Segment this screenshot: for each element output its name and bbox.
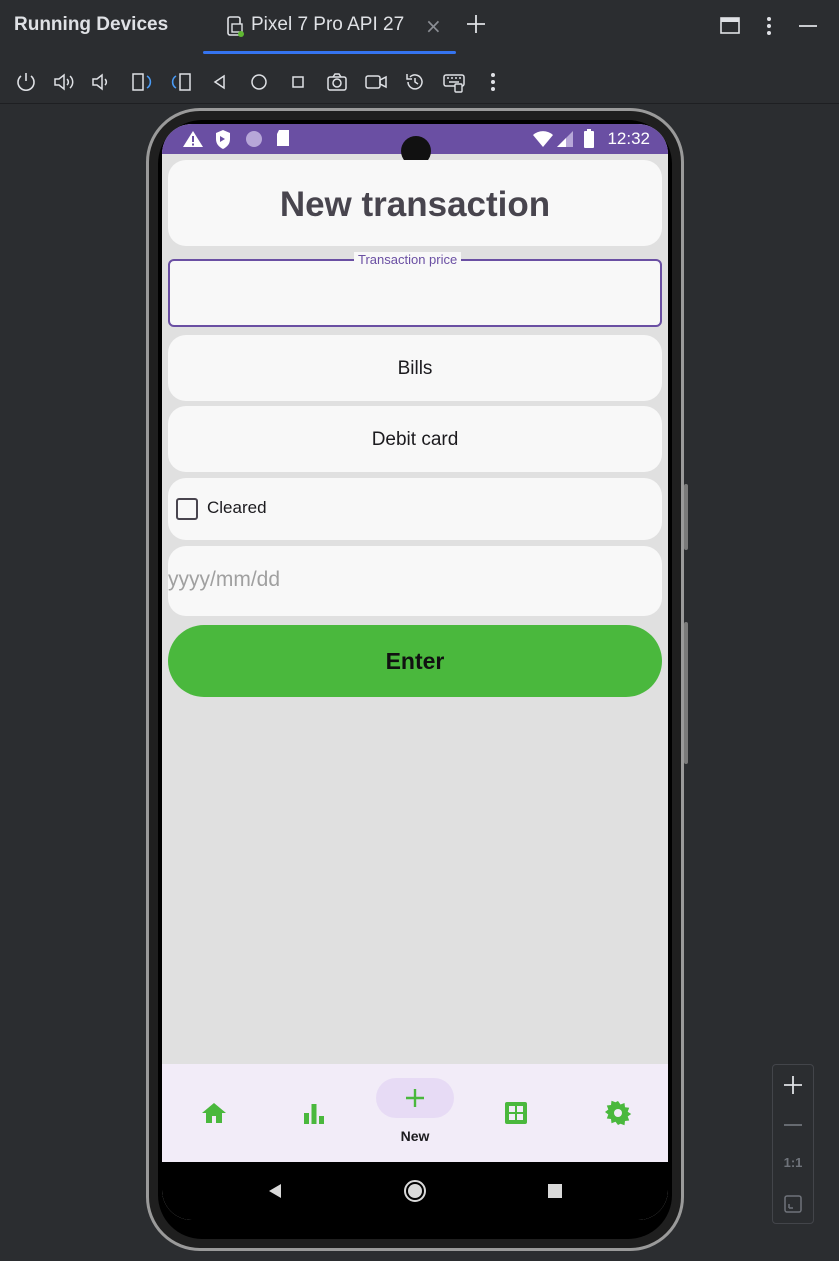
payment-method-value: Debit card	[371, 429, 459, 450]
new-nav-label: New	[400, 1128, 430, 1144]
window-layout-icon[interactable]	[719, 14, 741, 38]
system-back-icon[interactable]	[266, 1182, 284, 1200]
home-circle-icon[interactable]	[247, 70, 271, 94]
grid-icon[interactable]	[501, 1098, 531, 1128]
actual-size-button[interactable]: 1:1	[781, 1155, 805, 1179]
transaction-price-label: Transaction price	[354, 252, 462, 267]
phone-volume-button	[684, 622, 688, 764]
wifi-icon	[532, 129, 554, 149]
zoom-controls: 1:1	[772, 1064, 814, 1224]
add-tab-icon[interactable]	[464, 12, 488, 36]
title-card: New transaction	[168, 160, 662, 246]
enter-button[interactable]: Enter	[168, 625, 662, 697]
system-overview-icon[interactable]	[547, 1183, 563, 1199]
system-navigation-bar	[162, 1162, 668, 1220]
home-icon[interactable]	[199, 1098, 229, 1128]
tool-window-header: Running Devices Pixel 7 Pro API 27 ×	[0, 0, 839, 55]
back-icon[interactable]	[208, 70, 232, 94]
sd-card-icon	[275, 128, 291, 148]
payment-method-selector[interactable]: Debit card	[168, 406, 662, 472]
phone-frame: 12:32 New transaction Transaction price …	[146, 108, 684, 1251]
date-placeholder: yyyy/mm/dd	[168, 568, 281, 591]
minimize-icon[interactable]	[797, 14, 819, 38]
volume-up-icon[interactable]	[52, 70, 76, 94]
overview-icon[interactable]	[286, 70, 310, 94]
settings-icon[interactable]	[603, 1098, 633, 1128]
cleared-row[interactable]: Cleared	[168, 478, 662, 540]
fit-screen-icon[interactable]	[781, 1192, 805, 1216]
tab-selection-indicator	[203, 51, 456, 54]
category-selector[interactable]: Bills	[168, 335, 662, 401]
battery-icon	[583, 128, 595, 150]
new-nav-item[interactable]	[376, 1078, 454, 1118]
cleared-label: Cleared	[207, 498, 267, 517]
screenshot-icon[interactable]	[325, 70, 349, 94]
status-bar: 12:32	[162, 124, 668, 166]
rotate-right-icon[interactable]	[169, 70, 193, 94]
volume-down-icon[interactable]	[90, 70, 114, 94]
keyboard-icon[interactable]	[442, 70, 466, 94]
close-tab-icon[interactable]: ×	[425, 14, 442, 38]
circle-status-icon	[244, 129, 264, 149]
status-time: 12:32	[607, 129, 650, 148]
phone-bezel: 12:32 New transaction Transaction price …	[158, 120, 672, 1239]
more-options-icon[interactable]	[758, 14, 780, 38]
power-icon[interactable]	[14, 70, 38, 94]
signal-icon	[556, 129, 574, 149]
bar-chart-icon[interactable]	[299, 1098, 329, 1128]
phone-screen[interactable]: 12:32 New transaction Transaction price …	[162, 124, 668, 1220]
category-value: Bills	[397, 358, 433, 379]
add-icon	[403, 1086, 427, 1110]
screen-record-icon[interactable]	[364, 70, 388, 94]
system-home-icon[interactable]	[403, 1179, 427, 1203]
zoom-out-icon[interactable]	[781, 1113, 805, 1137]
shield-icon	[214, 128, 232, 150]
transaction-price-field[interactable]: Transaction price	[168, 252, 662, 327]
device-tab[interactable]: Pixel 7 Pro API 27 ×	[203, 0, 456, 55]
emulator-toolbar	[0, 58, 839, 104]
enter-button-label: Enter	[385, 648, 445, 674]
device-icon	[225, 15, 247, 39]
cleared-checkbox[interactable]	[176, 498, 198, 520]
zoom-in-icon[interactable]	[781, 1073, 805, 1097]
device-tab-label: Pixel 7 Pro API 27	[251, 14, 405, 35]
more-vert-icon[interactable]	[481, 70, 505, 94]
rotate-left-icon[interactable]	[130, 70, 154, 94]
phone-power-button	[684, 484, 688, 550]
bottom-navigation: New	[162, 1064, 668, 1162]
tool-window-title: Running Devices	[14, 14, 169, 35]
date-field[interactable]: yyyy/mm/dd	[168, 546, 662, 616]
warning-icon	[182, 129, 204, 149]
page-title: New transaction	[279, 185, 551, 224]
snapshot-icon[interactable]	[403, 70, 427, 94]
